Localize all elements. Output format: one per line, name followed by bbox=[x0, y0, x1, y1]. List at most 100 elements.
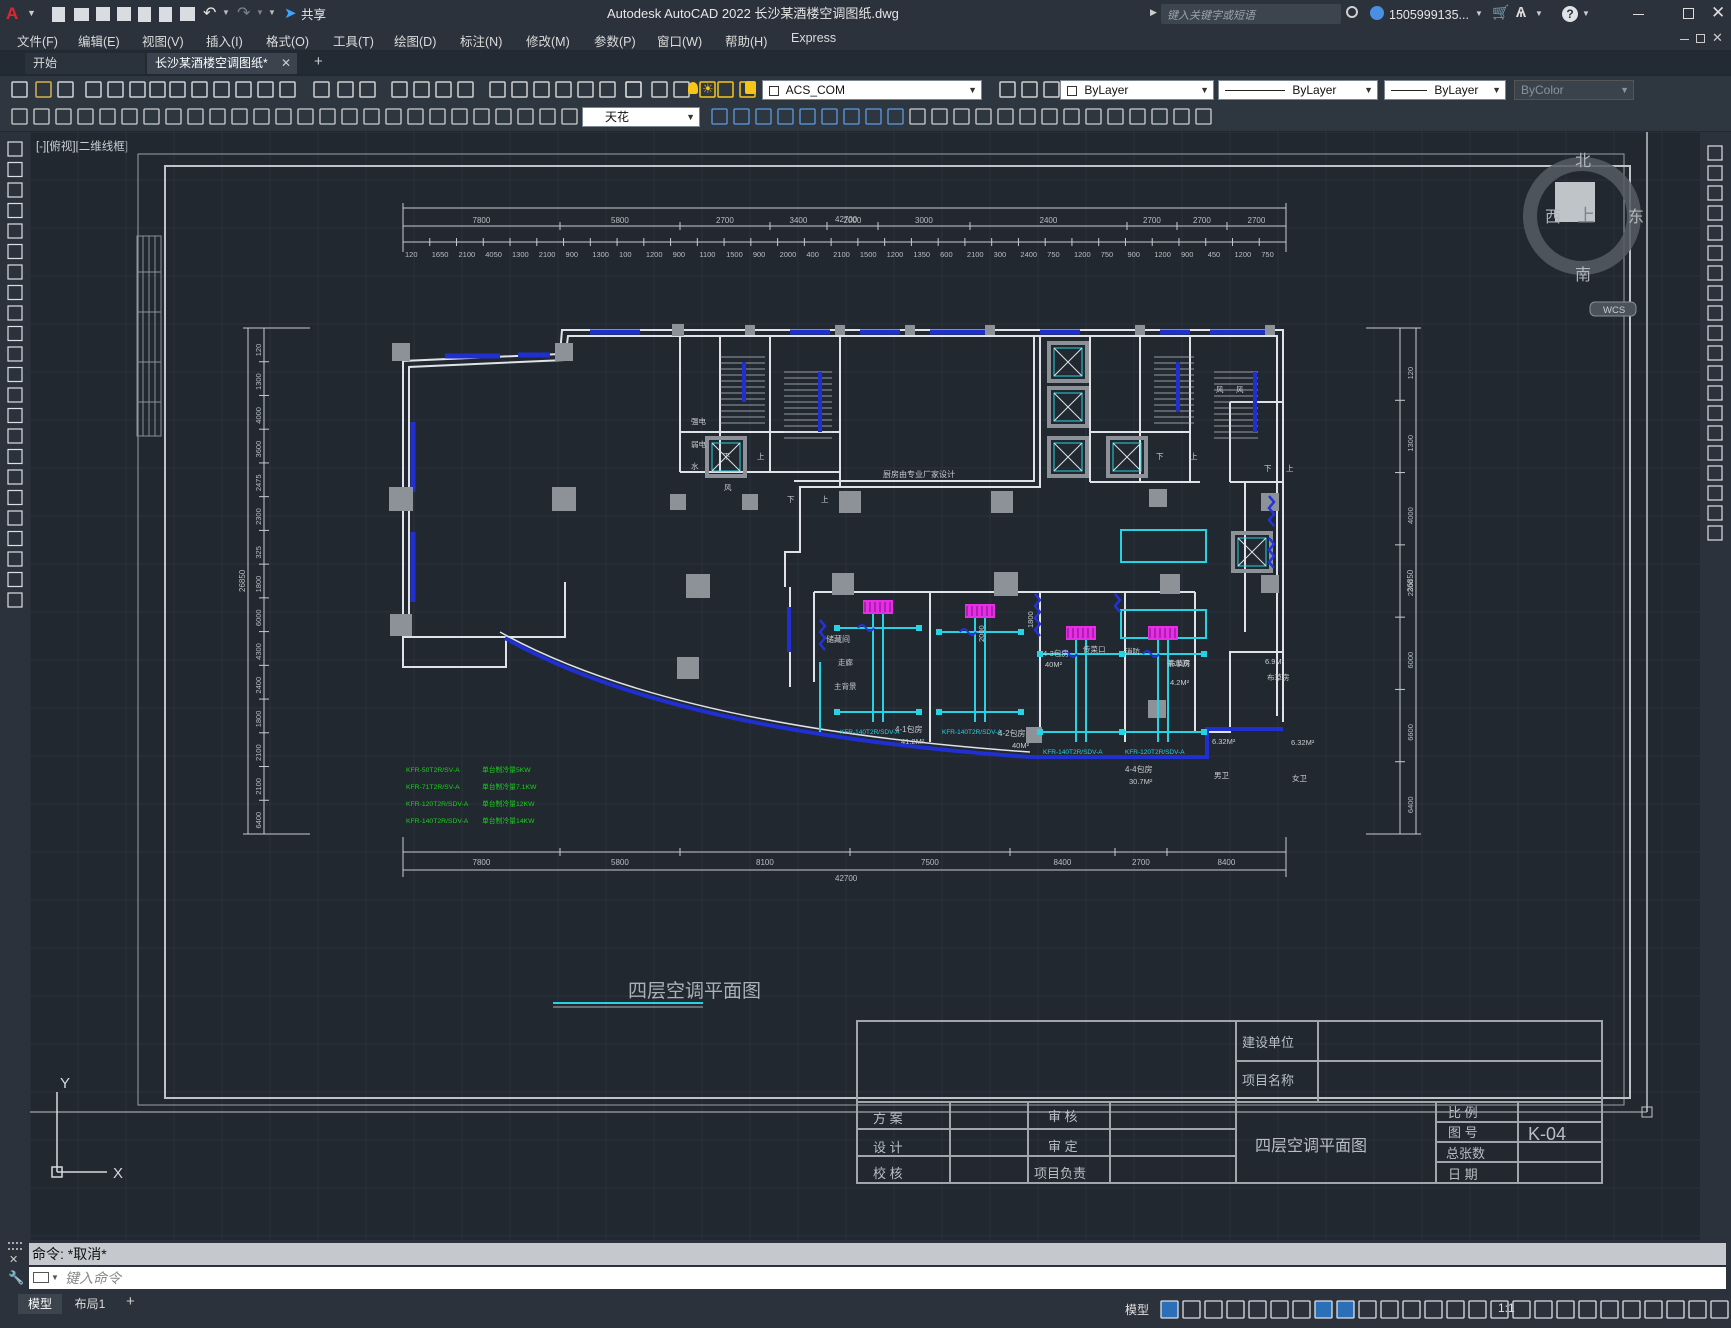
draw-tool-icon[interactable] bbox=[7, 284, 23, 301]
draw-tool-icon[interactable] bbox=[7, 407, 23, 424]
status-toggle-icon[interactable] bbox=[1160, 1300, 1179, 1319]
search-expand-icon[interactable]: ▶ bbox=[1150, 7, 1157, 18]
toolbar-button-icon[interactable] bbox=[407, 108, 424, 125]
toolbar-button-icon[interactable] bbox=[435, 81, 452, 98]
modify-tool-icon[interactable] bbox=[1707, 485, 1723, 501]
viewcube[interactable]: 北 南 东 西 上 WCS bbox=[1523, 152, 1644, 317]
modify-tool-icon[interactable] bbox=[1707, 145, 1723, 161]
status-toggle-icon[interactable] bbox=[1556, 1300, 1575, 1319]
doc-restore-icon[interactable] bbox=[1696, 34, 1705, 43]
draw-tool-icon[interactable] bbox=[7, 305, 23, 321]
search-input[interactable]: 键入关键字或短语 bbox=[1161, 4, 1341, 24]
toolbar-button-icon[interactable] bbox=[275, 108, 292, 125]
modify-tool-icon[interactable] bbox=[1707, 165, 1723, 181]
command-icon[interactable] bbox=[33, 1272, 49, 1283]
status-toggle-icon[interactable] bbox=[1600, 1300, 1619, 1319]
toolbar-button-icon[interactable] bbox=[865, 108, 882, 125]
drawing-canvas[interactable]: [-][俯视][二维线框] 7800 5800 2700 3400 2000 3… bbox=[30, 132, 1700, 1240]
draw-tool-icon[interactable] bbox=[7, 202, 23, 219]
toolbar-button-icon[interactable] bbox=[413, 81, 430, 98]
status-toggle-icon[interactable] bbox=[1314, 1300, 1333, 1319]
menu-tools[interactable]: 工具(T) bbox=[333, 31, 374, 50]
toolbar-button-icon[interactable] bbox=[489, 81, 506, 98]
toolbar-button-icon[interactable] bbox=[1107, 108, 1124, 125]
toolbar-button-icon[interactable] bbox=[257, 81, 274, 98]
plot-icon[interactable] bbox=[180, 7, 195, 21]
command-grip-icon[interactable] bbox=[8, 1242, 22, 1250]
draw-tool-icon[interactable] bbox=[7, 448, 23, 465]
draw-tool-icon[interactable] bbox=[7, 489, 23, 506]
toolbar-button-icon[interactable] bbox=[359, 81, 376, 98]
model-space-label[interactable]: 模型 bbox=[1125, 1301, 1149, 1318]
toolbar-button-icon[interactable] bbox=[555, 81, 572, 98]
menu-edit[interactable]: 编辑(E) bbox=[78, 31, 120, 50]
toolbar-button-icon[interactable] bbox=[1043, 81, 1060, 98]
toolbar-button-icon[interactable] bbox=[121, 108, 138, 125]
status-toggle-icon[interactable] bbox=[1336, 1300, 1355, 1319]
redo-dropdown-icon[interactable]: ▼ bbox=[256, 8, 264, 17]
search-icon[interactable] bbox=[1346, 6, 1358, 18]
modify-tool-icon[interactable] bbox=[1707, 505, 1723, 521]
draw-tool-icon[interactable] bbox=[7, 530, 23, 547]
save-icon[interactable] bbox=[96, 7, 110, 21]
undo-icon[interactable]: ↶ bbox=[203, 3, 216, 23]
modify-tool-icon[interactable] bbox=[1707, 385, 1723, 401]
draw-tool-icon[interactable] bbox=[7, 325, 23, 342]
viewcube-west[interactable]: 西 bbox=[1545, 209, 1561, 226]
toolbar-button-icon[interactable] bbox=[143, 108, 160, 125]
toolbar-button-icon[interactable] bbox=[337, 81, 354, 98]
modify-tool-icon[interactable] bbox=[1707, 425, 1723, 441]
modify-tool-icon[interactable] bbox=[1707, 365, 1723, 381]
plotstyle-dropdown[interactable]: ByColor ▼ bbox=[1514, 80, 1634, 100]
toolbar-button-icon[interactable] bbox=[975, 108, 992, 125]
toolbar-button-icon[interactable] bbox=[495, 108, 512, 125]
customize-arrow-icon[interactable]: ▼ bbox=[268, 8, 276, 17]
toolbar-button-icon[interactable] bbox=[77, 108, 94, 125]
toolbar-button-icon[interactable] bbox=[799, 108, 816, 125]
draw-tool-icon[interactable] bbox=[7, 592, 23, 608]
status-toggle-icon[interactable] bbox=[1688, 1300, 1707, 1319]
status-toggle-icon[interactable] bbox=[1292, 1300, 1311, 1319]
status-toggle-icon[interactable] bbox=[1578, 1300, 1597, 1319]
toolbar-button-icon[interactable] bbox=[755, 108, 772, 125]
menu-format[interactable]: 格式(O) bbox=[266, 31, 309, 50]
toolbar-button-icon[interactable] bbox=[1173, 108, 1190, 125]
layer-dropdown[interactable]: ACS_COM ▼ bbox=[762, 80, 982, 100]
toolbar-button-icon[interactable] bbox=[129, 81, 146, 98]
toolbar-button-icon[interactable] bbox=[717, 81, 734, 98]
toolbar-button-icon[interactable] bbox=[997, 108, 1014, 125]
toolbar-button-icon[interactable] bbox=[1151, 108, 1168, 125]
menu-insert[interactable]: 插入(I) bbox=[206, 31, 243, 50]
status-toggle-icon[interactable] bbox=[1270, 1300, 1289, 1319]
toolbar-button-icon[interactable] bbox=[577, 81, 594, 98]
user-name[interactable]: 1505999135... bbox=[1389, 7, 1469, 23]
toolbar-button-icon[interactable] bbox=[253, 108, 270, 125]
open-web-icon[interactable] bbox=[138, 7, 151, 22]
modify-tool-icon[interactable] bbox=[1707, 405, 1723, 421]
linetype-dropdown[interactable]: ByLayer ▼ bbox=[1218, 80, 1378, 100]
new-file-icon[interactable] bbox=[52, 7, 65, 22]
viewcube-face[interactable]: 上 bbox=[1577, 206, 1595, 226]
tab-layout1[interactable]: 布局1 bbox=[66, 1294, 114, 1314]
viewcube-east[interactable]: 东 bbox=[1628, 208, 1644, 226]
toolbar-button-icon[interactable] bbox=[673, 81, 690, 98]
toolbar-button-icon[interactable] bbox=[391, 81, 408, 98]
maximize-icon[interactable] bbox=[1683, 8, 1694, 19]
draw-tool-icon[interactable] bbox=[7, 387, 23, 403]
status-toggle-icon[interactable] bbox=[1644, 1300, 1663, 1319]
toolbar-button-icon[interactable] bbox=[149, 81, 166, 98]
toolbar-button-icon[interactable] bbox=[363, 108, 380, 125]
toolbar-button-icon[interactable] bbox=[777, 108, 794, 125]
toolbar-button-icon[interactable] bbox=[931, 108, 948, 125]
draw-tool-icon[interactable] bbox=[7, 182, 23, 198]
draw-tool-icon[interactable] bbox=[7, 510, 23, 526]
toolbar-button-icon[interactable] bbox=[191, 81, 208, 98]
draw-tool-icon[interactable] bbox=[7, 366, 23, 383]
minimize-icon[interactable] bbox=[1633, 14, 1644, 15]
toolbar-button-icon[interactable] bbox=[517, 108, 534, 125]
save-as-icon[interactable] bbox=[117, 7, 131, 21]
modify-tool-icon[interactable] bbox=[1707, 285, 1723, 301]
toolbar-button-icon[interactable] bbox=[11, 108, 28, 125]
toolbar-button-icon[interactable] bbox=[429, 108, 446, 125]
add-layout-icon[interactable]: + bbox=[126, 1293, 135, 1310]
